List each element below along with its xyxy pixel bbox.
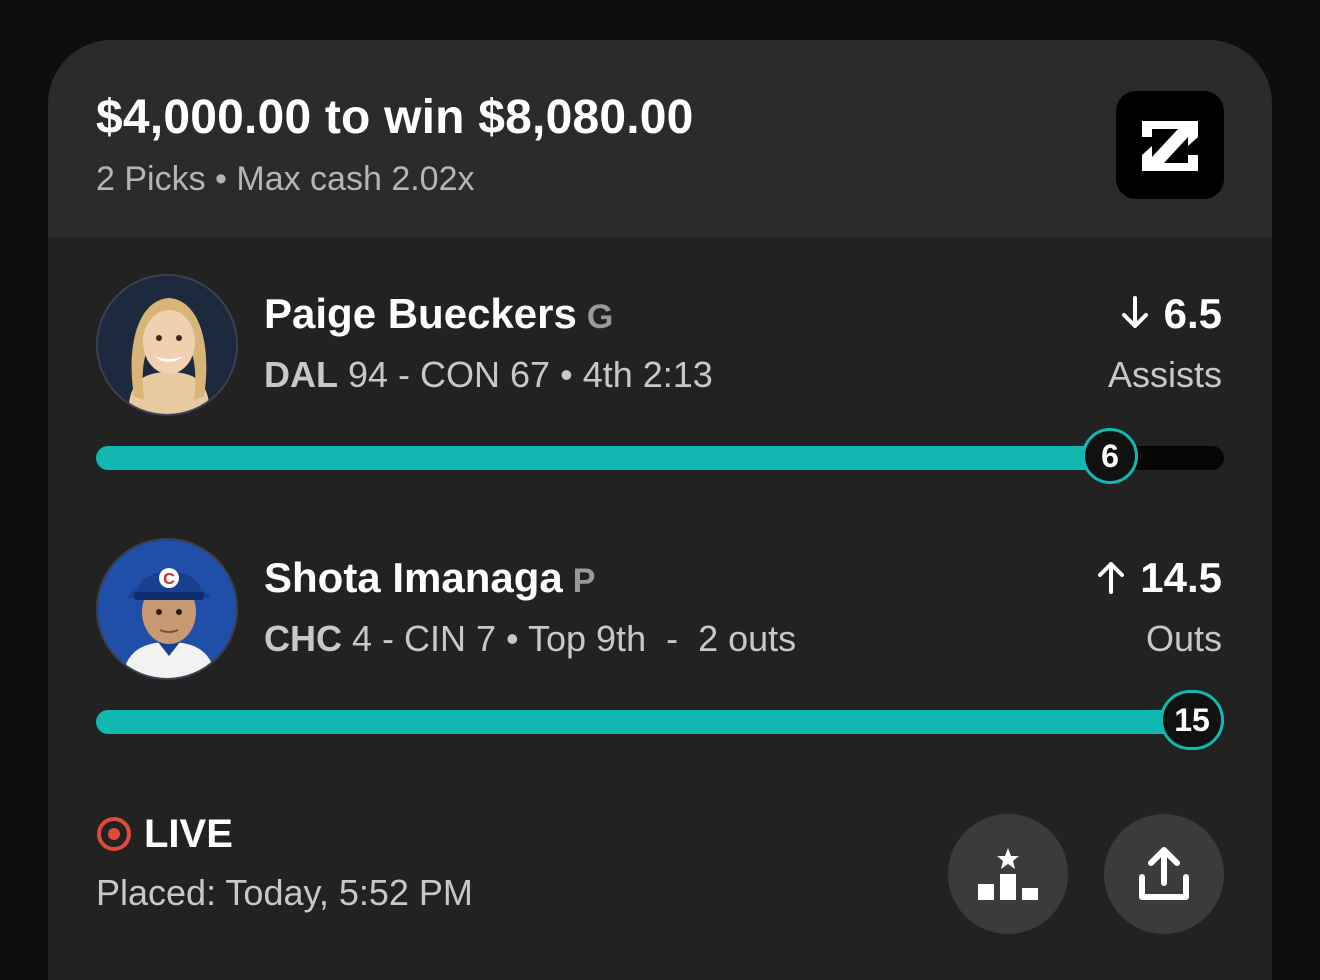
progress-fill xyxy=(96,710,1224,734)
live-label: LIVE xyxy=(144,812,233,856)
placed-time: Placed: Today, 5:52 PM xyxy=(96,872,473,913)
progress-current-value: 6 xyxy=(1082,428,1138,484)
progress-fill xyxy=(96,446,1110,470)
game-score: CHC 4 - CIN 7 • Top 9th - 2 outs xyxy=(264,618,796,660)
pick-row[interactable]: Paige Bueckers G DAL 94 - CON 67 • 4th 2:… xyxy=(48,274,1272,494)
player-position: G xyxy=(586,298,614,336)
leaderboard-button[interactable] xyxy=(948,814,1068,934)
player-name: Paige Bueckers G xyxy=(264,290,613,338)
live-indicator-icon xyxy=(97,817,131,851)
svg-text:C: C xyxy=(163,571,175,588)
game-status: 94 - CON 67 • 4th 2:13 xyxy=(338,354,713,395)
line-number: 14.5 xyxy=(1140,554,1222,601)
progress-track: 15 xyxy=(96,690,1224,750)
brand-logo-icon xyxy=(1116,91,1224,199)
entry-card[interactable]: $4,000.00 to win $8,080.00 2 Picks • Max… xyxy=(48,40,1272,980)
line-number: 6.5 xyxy=(1163,290,1222,337)
stat-type: Assists xyxy=(1107,354,1222,395)
stat-type: Outs xyxy=(1145,618,1222,659)
entry-subline: 2 Picks • Max cash 2.02x xyxy=(96,160,475,198)
live-status: LIVE xyxy=(96,812,233,857)
entry-headline: $4,000.00 to win $8,080.00 xyxy=(96,91,694,144)
pick-line: 6.5 xyxy=(1120,290,1222,338)
player-avatar: C xyxy=(96,538,238,680)
entry-header: $4,000.00 to win $8,080.00 2 Picks • Max… xyxy=(48,40,1272,238)
team-abbrev: CHC xyxy=(264,618,342,659)
player-name: Shota Imanaga P xyxy=(264,554,595,602)
player-avatar xyxy=(96,274,238,416)
share-button[interactable] xyxy=(1104,814,1224,934)
share-icon xyxy=(1139,847,1189,900)
arrow-up-icon xyxy=(1098,562,1125,594)
pick-row[interactable]: C Shota Imanaga P CHC 4 - CIN 7 • Top 9th… xyxy=(48,538,1272,758)
team-abbrev: DAL xyxy=(264,354,338,395)
player-name-text: Paige Bueckers xyxy=(264,290,577,337)
progress-track: 6 xyxy=(96,428,1224,484)
player-name-text: Shota Imanaga xyxy=(264,554,563,601)
arrow-down-icon xyxy=(1121,296,1148,328)
progress-current-value: 15 xyxy=(1160,690,1224,750)
player-position: P xyxy=(572,562,596,600)
leaderboard-icon xyxy=(978,848,1038,900)
game-score: DAL 94 - CON 67 • 4th 2:13 xyxy=(264,354,713,396)
game-status: 4 - CIN 7 • Top 9th - 2 outs xyxy=(342,618,797,659)
pick-line: 14.5 xyxy=(1096,554,1222,602)
